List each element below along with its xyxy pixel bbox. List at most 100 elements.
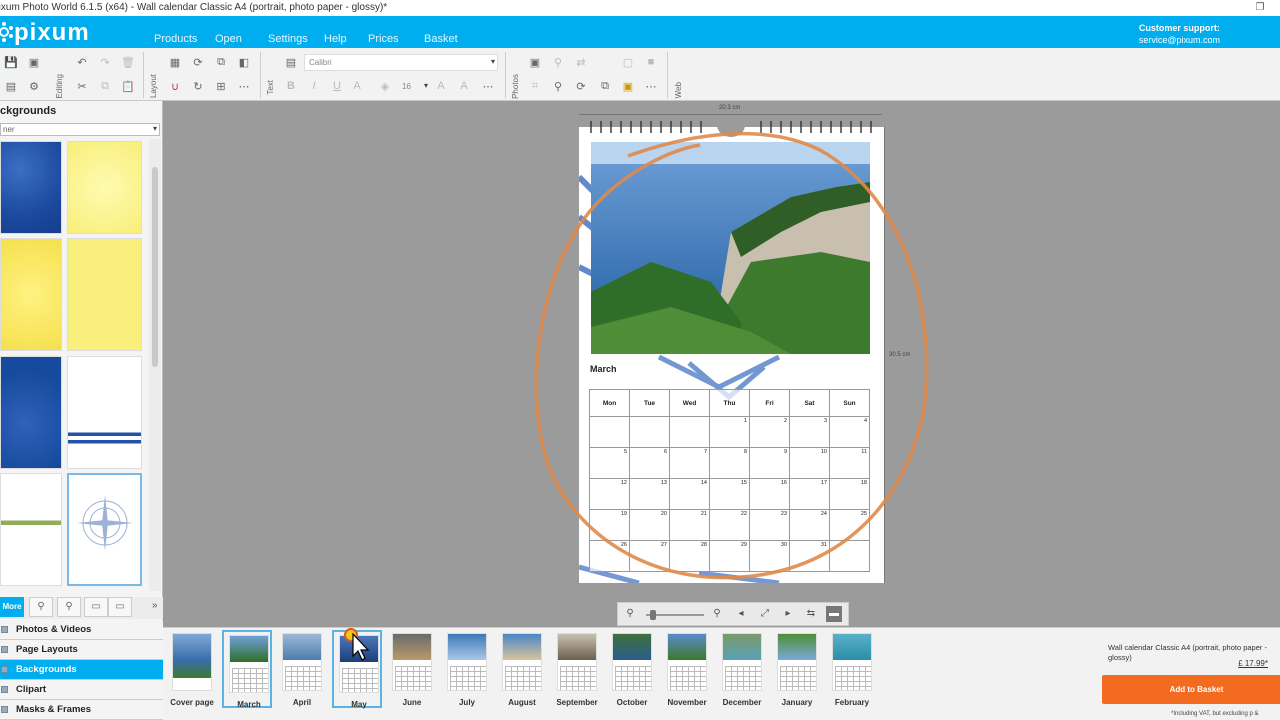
delete-icon[interactable]: 🗑	[119, 53, 137, 71]
cut-icon[interactable]: ✂	[73, 77, 91, 95]
filmstrip-page-july[interactable]: July	[442, 630, 492, 708]
filmstrip-page-february[interactable]: February	[827, 630, 877, 708]
fit-page-icon[interactable]: ⤢	[757, 606, 773, 622]
section-photos-videos[interactable]: Photos & Videos	[0, 620, 163, 640]
filmstrip-page-december[interactable]: December	[717, 630, 767, 708]
background-thumb[interactable]	[67, 141, 142, 234]
filmstrip-page-cover[interactable]: Cover page	[167, 630, 217, 708]
undo-icon[interactable]: ↶	[73, 53, 91, 71]
zoom-in-icon[interactable]: ⚲	[709, 606, 725, 622]
day-cell: 23	[749, 509, 790, 541]
panel-title: ckgrounds	[0, 105, 57, 117]
background-thumb[interactable]	[0, 141, 62, 234]
filmstrip-page-september[interactable]: September	[552, 630, 602, 708]
background-thumb-selected[interactable]	[67, 473, 142, 586]
font-family-select[interactable]: Calibri ▾	[304, 54, 498, 71]
photo-zoom-icon[interactable]: ⚲	[549, 77, 567, 95]
compass-rose-icon	[77, 495, 133, 551]
more-text-icon[interactable]: ⋯	[479, 77, 497, 95]
filmstrip-page-april[interactable]: April	[277, 630, 327, 708]
photo-edit-icon[interactable]: ▣	[526, 53, 544, 71]
section-masks-frames[interactable]: Masks & Frames	[0, 700, 163, 720]
font-color-icon[interactable]: A	[348, 77, 366, 95]
section-clipart[interactable]: Clipart	[0, 680, 163, 700]
background-thumb[interactable]	[67, 356, 142, 469]
filmstrip-page-march[interactable]: March	[222, 630, 272, 709]
photo-swap-icon[interactable]: ⇄	[572, 53, 590, 71]
background-category-select[interactable]: ner ▾	[0, 123, 160, 136]
filmstrip-page-october[interactable]: October	[607, 630, 657, 708]
redo-icon[interactable]: ↷	[96, 53, 114, 71]
arrange-icon[interactable]: ⧉	[212, 53, 230, 71]
fill-color-icon[interactable]: ◈	[376, 77, 394, 95]
background-thumb[interactable]	[0, 238, 62, 351]
save-icon[interactable]: 💾	[2, 53, 20, 71]
support-email[interactable]: service@pixum.com	[1139, 34, 1220, 46]
calendar-photo[interactable]	[591, 142, 870, 354]
filmstrip-view-icon[interactable]: ▬	[826, 606, 842, 622]
zoom-slider-handle[interactable]	[650, 610, 656, 620]
filmstrip-page-june[interactable]: June	[387, 630, 437, 708]
background-thumb[interactable]	[67, 238, 142, 351]
paste-icon[interactable]: 📋	[119, 77, 137, 95]
more-photo-icon[interactable]: ⋯	[642, 77, 660, 95]
magnet-icon[interactable]: ∪	[166, 77, 184, 95]
open-project-icon[interactable]: ▣	[25, 53, 43, 71]
toolbar-group-layout: Layout	[149, 74, 158, 99]
background-thumb[interactable]	[0, 356, 62, 469]
photo-mask-icon[interactable]: ■	[642, 53, 660, 71]
grid-icon[interactable]: ▦	[166, 53, 184, 71]
nav-settings[interactable]: Settings	[268, 16, 324, 48]
search-tab-icon[interactable]: ⚲	[57, 597, 81, 617]
font-size-select[interactable]: 16 ▾	[396, 78, 428, 95]
photo-search-icon[interactable]: ⚲	[549, 53, 567, 71]
layout-tab-icon[interactable]: ▭	[84, 597, 108, 617]
underline-icon[interactable]: U	[328, 77, 346, 95]
background-thumb[interactable]	[0, 473, 62, 586]
nav-help[interactable]: Help	[324, 16, 368, 48]
font-shrink-icon[interactable]: A	[455, 77, 473, 95]
section-page-layouts[interactable]: Page Layouts	[0, 640, 163, 660]
text-box-icon[interactable]: ▤	[282, 53, 300, 71]
panel-expand-icon[interactable]: »	[152, 600, 158, 611]
restore-window-button[interactable]: ❐	[1248, 0, 1272, 16]
nav-prices[interactable]: Prices	[368, 16, 424, 48]
photo-rotate-icon[interactable]: ⟳	[572, 77, 590, 95]
weekday-label: Mon	[589, 389, 630, 417]
gear-icon[interactable]: ⚙	[25, 77, 43, 95]
filmstrip-page-november[interactable]: November	[662, 630, 712, 708]
save-as-icon[interactable]: ▤	[2, 77, 20, 95]
rotate-icon[interactable]: ⟳	[189, 53, 207, 71]
layers-icon[interactable]: ◧	[235, 53, 253, 71]
more-tab[interactable]: More	[0, 597, 24, 617]
monitor-tab-icon[interactable]: ▭	[108, 597, 132, 617]
photo-effects-icon[interactable]: ⧉	[596, 77, 614, 95]
person-tab-icon[interactable]: ⚲	[29, 597, 53, 617]
filmstrip-page-january[interactable]: January	[772, 630, 822, 708]
weekday-label: Sun	[829, 389, 870, 417]
window-title: Pixum Photo World 6.1.5 (x64) - Wall cal…	[0, 2, 388, 13]
nav-open[interactable]: Open	[215, 16, 268, 48]
nav-products[interactable]: Products	[154, 16, 215, 48]
align-icon[interactable]: ⊞	[212, 77, 230, 95]
photo-border-icon[interactable]: ▣	[619, 77, 637, 95]
next-page-icon[interactable]: ▸	[780, 606, 796, 622]
add-to-basket-button[interactable]: Add to Basket	[1102, 675, 1280, 704]
product-price[interactable]: £ 17.99*	[1238, 659, 1268, 668]
page-view-icon[interactable]: ⇆	[803, 606, 819, 622]
more-layout-icon[interactable]: ⋯	[235, 77, 253, 95]
copy-icon[interactable]: ⧉	[96, 77, 114, 95]
thumb-scrollbar[interactable]	[149, 139, 161, 591]
zoom-out-icon[interactable]: ⚲	[622, 606, 638, 622]
flip-icon[interactable]: ↻	[189, 77, 207, 95]
bold-icon[interactable]: B	[282, 77, 300, 95]
italic-icon[interactable]: I	[305, 77, 323, 95]
zoom-slider[interactable]	[646, 610, 704, 620]
filmstrip-page-august[interactable]: August	[497, 630, 547, 708]
font-grow-icon[interactable]: A	[432, 77, 450, 95]
previous-page-icon[interactable]: ◂	[733, 606, 749, 622]
photo-crop-icon[interactable]: ⌗	[526, 77, 544, 95]
photo-frame-icon[interactable]: ▢	[619, 53, 637, 71]
section-backgrounds[interactable]: Backgrounds	[0, 660, 163, 680]
nav-basket[interactable]: Basket	[424, 16, 474, 48]
